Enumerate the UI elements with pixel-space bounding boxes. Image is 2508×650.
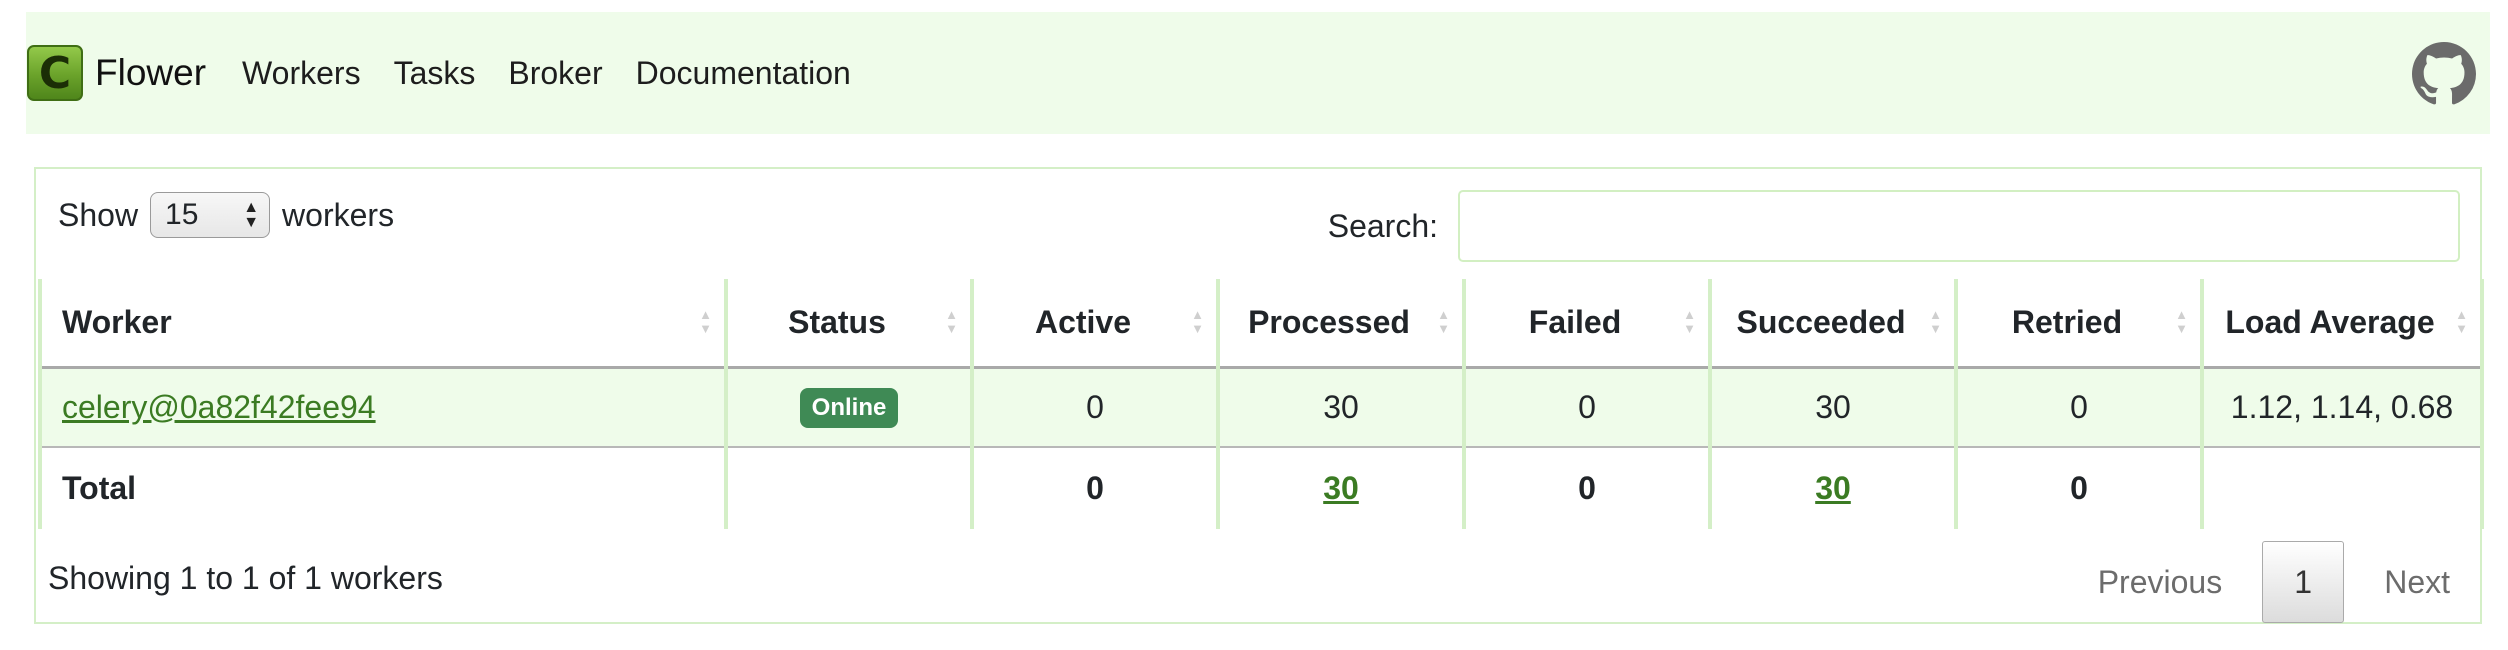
sort-icon: ▲ ▼ <box>945 307 958 337</box>
status-badge: Online <box>799 388 899 429</box>
flower-logo-icon: C <box>27 45 83 101</box>
total-load-average-cell <box>2200 447 2484 529</box>
select-arrows-icon: ▲ ▼ <box>243 199 260 231</box>
column-label: Retried <box>2011 303 2123 340</box>
failed-cell: 0 <box>1462 367 1712 448</box>
next-button[interactable]: Next <box>2384 564 2450 601</box>
table-row: celery@0a82f42fee94 Online 0 30 0 30 0 1… <box>38 367 2484 448</box>
total-failed: 0 <box>1462 447 1712 529</box>
page-button-1[interactable]: 1 <box>2262 541 2345 623</box>
show-label: Show <box>58 196 139 233</box>
column-header-failed[interactable]: Failed ▲ ▼ <box>1462 279 1712 369</box>
sort-icon: ▲ ▼ <box>1437 307 1450 337</box>
previous-button[interactable]: Previous <box>2098 564 2223 601</box>
nav-link-tasks[interactable]: Tasks <box>394 55 476 92</box>
sort-icon: ▲ ▼ <box>1683 307 1696 337</box>
search-label: Search: <box>1327 207 1438 244</box>
workers-label: workers <box>282 196 395 233</box>
column-label: Status <box>788 303 886 340</box>
page-length-value: 15 <box>165 198 199 231</box>
total-active: 0 <box>970 447 1220 529</box>
column-label: Failed <box>1528 303 1622 340</box>
column-label: Processed <box>1248 303 1410 340</box>
column-header-processed[interactable]: Processed ▲ ▼ <box>1216 279 1466 369</box>
column-header-retried[interactable]: Retried ▲ ▼ <box>1954 279 2204 369</box>
column-label: Load Average <box>2225 303 2435 340</box>
active-cell: 0 <box>970 367 1220 448</box>
sort-icon: ▲ ▼ <box>1929 307 1942 337</box>
total-processed-cell: 30 <box>1216 447 1466 529</box>
total-succeeded-cell: 30 <box>1708 447 1958 529</box>
column-header-succeeded[interactable]: Succeeded ▲ ▼ <box>1708 279 1958 369</box>
column-label: Succeeded <box>1736 303 1906 340</box>
total-succeeded-link[interactable]: 30 <box>1815 470 1851 506</box>
nav-link-documentation[interactable]: Documentation <box>636 55 851 92</box>
nav-link-broker[interactable]: Broker <box>508 55 602 92</box>
total-row: Total 0 30 0 30 0 <box>38 447 2484 529</box>
worker-link[interactable]: celery@0a82f42fee94 <box>62 389 376 425</box>
succeeded-cell: 30 <box>1708 367 1958 448</box>
sort-icon: ▲ ▼ <box>2455 307 2468 337</box>
sort-icon: ▲ ▼ <box>1191 307 1204 337</box>
sort-icon: ▲ ▼ <box>2175 307 2188 337</box>
table-header-row: Worker ▲ ▼ Status ▲ ▼ Active ▲ ▼ Processed ▲ ▼ F… <box>38 279 2484 369</box>
total-processed-link[interactable]: 30 <box>1323 470 1359 506</box>
table-info: Showing 1 to 1 of 1 workers <box>48 560 443 596</box>
processed-cell: 30 <box>1216 367 1466 448</box>
retried-cell: 0 <box>1954 367 2204 448</box>
column-header-worker[interactable]: Worker ▲ ▼ <box>38 279 728 369</box>
status-cell: Online <box>724 367 974 448</box>
brand[interactable]: C Flower <box>27 45 206 101</box>
github-icon[interactable] <box>2412 42 2476 106</box>
column-header-status[interactable]: Status ▲ ▼ <box>724 279 974 369</box>
page-length-select[interactable]: 15 ▲ ▼ <box>150 192 271 238</box>
total-retried: 0 <box>1954 447 2204 529</box>
workers-panel: Show 15 ▲ ▼ workers Search: Worker ▲ ▼ Stat… <box>34 167 2484 624</box>
navbar: C Flower Workers Tasks Broker Documentat… <box>26 12 2490 134</box>
search-input[interactable] <box>1458 190 2460 262</box>
column-label: Active <box>1034 303 1132 340</box>
workers-table: Worker ▲ ▼ Status ▲ ▼ Active ▲ ▼ Processed ▲ ▼ F… <box>38 279 2484 529</box>
total-status-cell <box>724 447 974 529</box>
sort-icon: ▲ ▼ <box>699 307 712 337</box>
nav-links: Workers Tasks Broker Documentation <box>242 55 884 92</box>
brand-name: Flower <box>95 52 207 93</box>
worker-cell: celery@0a82f42fee94 <box>38 367 728 448</box>
search-control: Search: <box>1328 190 2460 262</box>
nav-link-workers[interactable]: Workers <box>242 55 361 92</box>
total-label: Total <box>38 447 728 529</box>
column-label: Worker <box>62 303 172 340</box>
page-length-control: Show 15 ▲ ▼ workers <box>58 192 394 238</box>
pagination: Previous 1 Next <box>2098 541 2450 623</box>
load-average-cell: 1.12, 1.14, 0.68 <box>2200 367 2484 448</box>
column-header-load-average[interactable]: Load Average ▲ ▼ <box>2200 279 2484 369</box>
column-header-active[interactable]: Active ▲ ▼ <box>970 279 1220 369</box>
